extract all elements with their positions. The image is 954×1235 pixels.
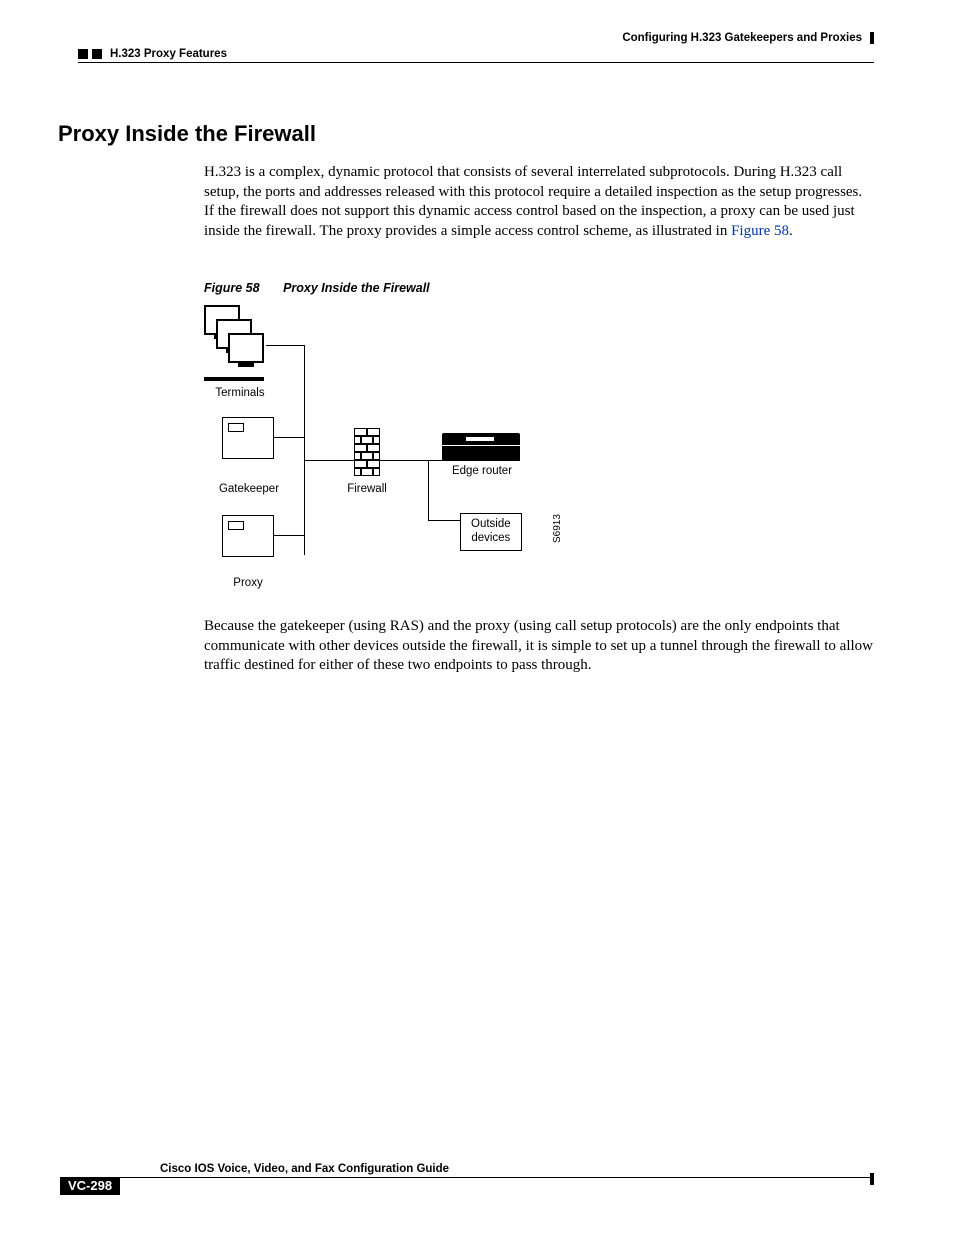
- gatekeeper-label: Gatekeeper: [204, 483, 294, 496]
- figure-caption-text: Proxy Inside the Firewall: [283, 281, 430, 295]
- edge-router-label: Edge router: [442, 465, 522, 478]
- edge-router-icon: [442, 433, 520, 461]
- figure-diagram: Terminals Gatekeeper Proxy Firewall Edge: [204, 305, 574, 595]
- footer-rule: [120, 1177, 874, 1178]
- page-number: VC-298: [60, 1177, 120, 1195]
- chapter-title-right: Configuring H.323 Gatekeepers and Proxie…: [622, 32, 874, 44]
- page: Configuring H.323 Gatekeepers and Proxie…: [0, 0, 954, 1235]
- terminals-label: Terminals: [210, 387, 270, 400]
- figure-id: S6913: [552, 514, 563, 543]
- gatekeeper-icon: [222, 417, 274, 459]
- section-heading: Proxy Inside the Firewall: [58, 121, 954, 147]
- figure-xref-link[interactable]: Figure 58: [731, 223, 789, 239]
- header-squares-icon: [78, 49, 102, 59]
- firewall-label: Firewall: [342, 483, 392, 496]
- section-title-left: H.323 Proxy Features: [110, 48, 227, 60]
- page-footer: Cisco IOS Voice, Video, and Fax Configur…: [60, 1145, 874, 1195]
- proxy-label: Proxy: [218, 577, 278, 590]
- figure-caption: Figure 58 Proxy Inside the Firewall: [204, 281, 954, 295]
- footer-right-bar-icon: [870, 1173, 874, 1185]
- outside-devices-label: Outside devices: [471, 518, 511, 544]
- para1-text-b: .: [789, 223, 793, 239]
- intro-paragraph: H.323 is a complex, dynamic protocol tha…: [204, 163, 874, 241]
- chapter-title-text: Configuring H.323 Gatekeepers and Proxie…: [622, 32, 862, 44]
- running-header-left-row: H.323 Proxy Features: [0, 48, 954, 60]
- closing-paragraph: Because the gatekeeper (using RAS) and t…: [204, 617, 874, 676]
- outside-devices-box: Outside devices: [460, 513, 522, 551]
- book-title: Cisco IOS Voice, Video, and Fax Configur…: [60, 1163, 874, 1175]
- firewall-icon: [354, 428, 380, 476]
- running-header-row: Configuring H.323 Gatekeepers and Proxie…: [0, 32, 954, 48]
- figure-number: Figure 58: [204, 281, 260, 295]
- proxy-icon: [222, 515, 274, 557]
- header-bar-icon: [870, 32, 874, 44]
- header-rule: [78, 62, 874, 63]
